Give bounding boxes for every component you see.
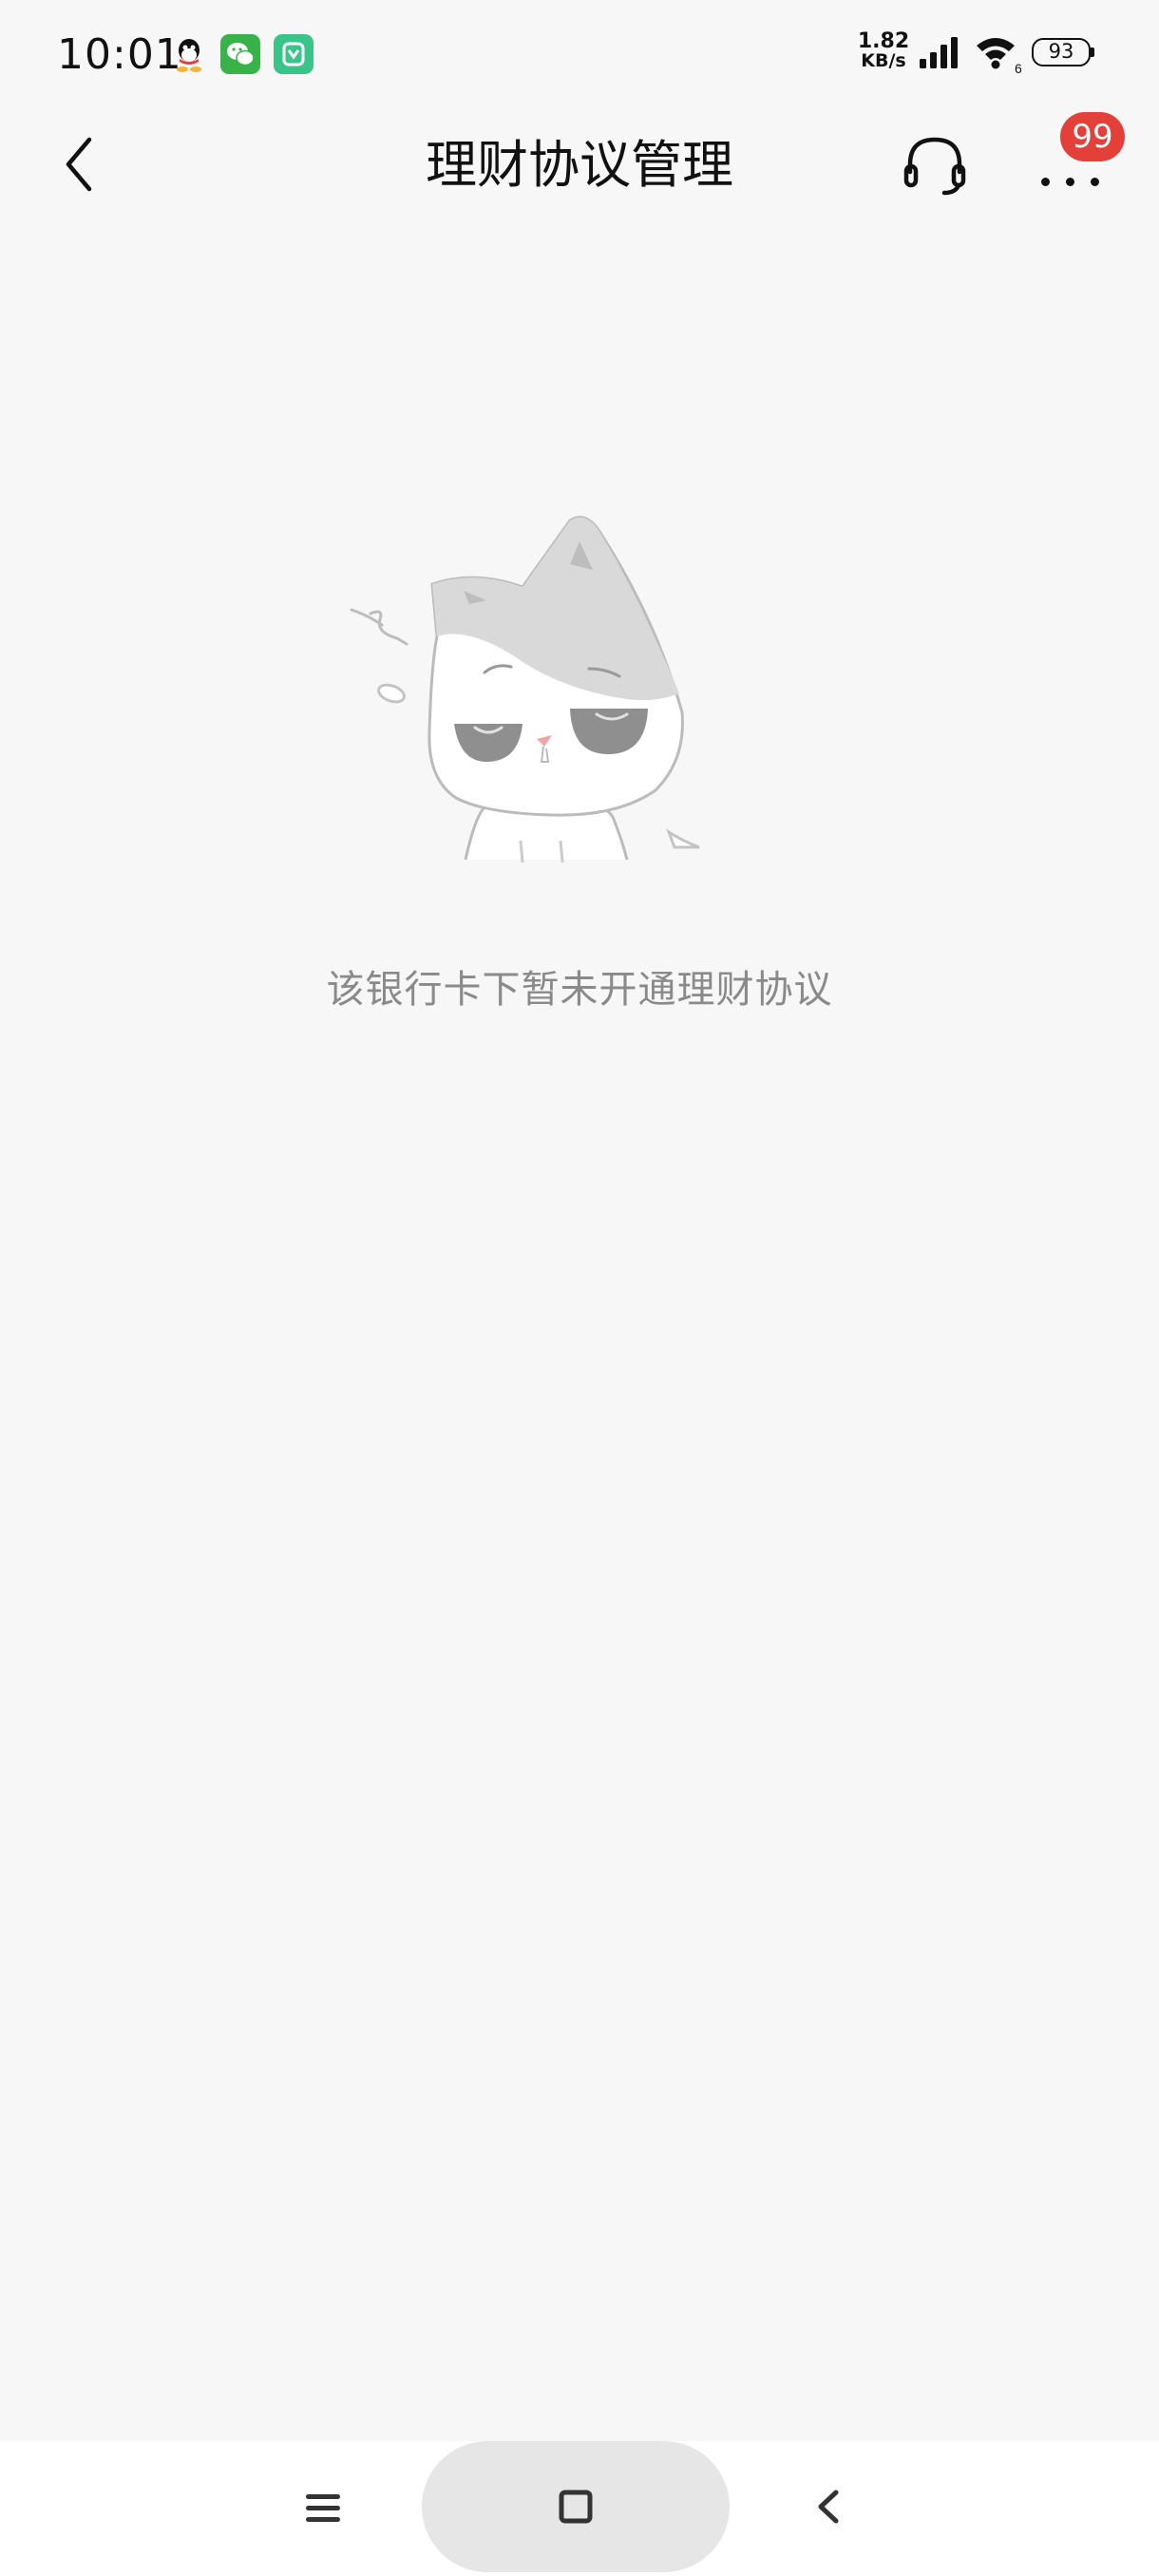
- wifi-label: 6: [1015, 61, 1022, 74]
- qq-notification-icon: [169, 34, 209, 74]
- more-dot-icon: [1066, 178, 1074, 186]
- empty-state-cat-illustration: [342, 513, 712, 874]
- battery-indicator: 93: [1032, 38, 1091, 66]
- square-home-icon: [559, 2490, 593, 2524]
- system-back-button[interactable]: [800, 2477, 859, 2536]
- notification-badge: 99: [1060, 112, 1125, 161]
- home-button[interactable]: [422, 2441, 730, 2572]
- customer-service-button[interactable]: [899, 128, 971, 200]
- nav-bar: 理财协议管理: [0, 109, 1159, 218]
- page-title: 理财协议管理: [426, 135, 733, 195]
- network-speed: 1.82 KB/s: [855, 29, 912, 71]
- wechat-notification-icon: [220, 34, 260, 74]
- status-bar: 10:01 1.82 KB/s 6 93: [0, 0, 1159, 109]
- headset-icon: [903, 137, 966, 196]
- status-time: 10:01: [57, 30, 182, 79]
- wifi-icon: 6: [973, 34, 1026, 78]
- network-speed-value: 1.82: [857, 29, 910, 53]
- empty-state-message: 该银行卡下暂未开通理财协议: [326, 968, 833, 1012]
- cell-signal-icon: [918, 36, 963, 74]
- recent-apps-button[interactable]: [294, 2479, 353, 2538]
- menu-icon: [306, 2494, 340, 2522]
- more-dot-icon: [1091, 178, 1099, 186]
- mi-app-notification-icon: [274, 34, 314, 74]
- back-arrow-icon: [818, 2490, 839, 2524]
- more-dot-icon: [1041, 178, 1050, 186]
- network-speed-unit: KB/s: [861, 50, 906, 71]
- battery-tip: [1091, 47, 1094, 57]
- system-navigation-bar: [0, 2441, 1159, 2576]
